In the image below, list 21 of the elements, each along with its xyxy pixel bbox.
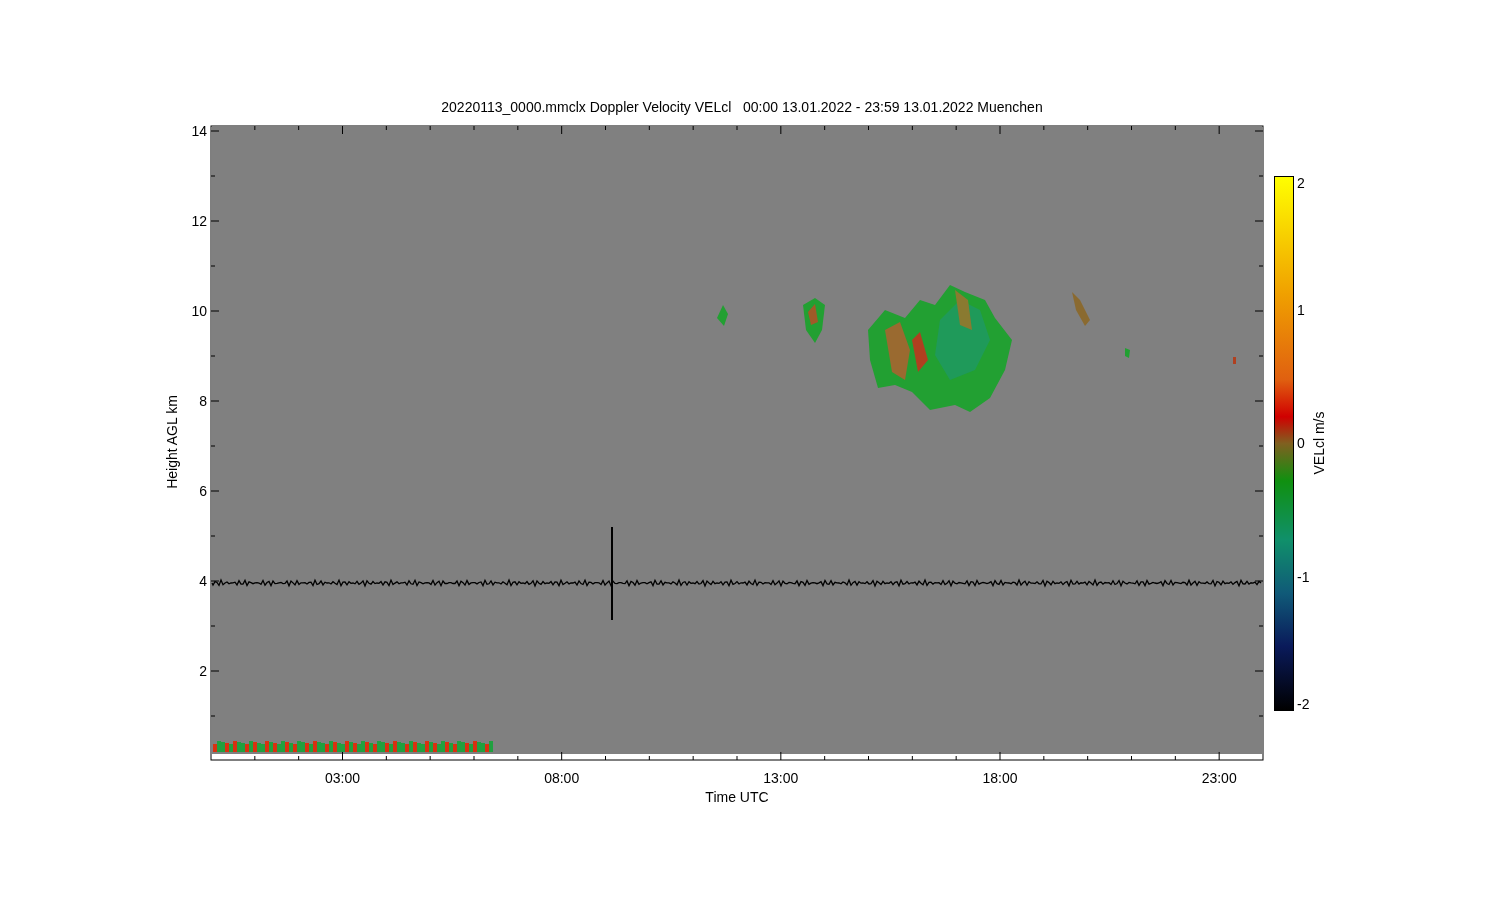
tick-label: 18:00 [982, 770, 1018, 786]
axis-label: Time UTC [705, 789, 769, 805]
tick-label: 10 [191, 303, 207, 319]
tick-label: 6 [199, 483, 207, 499]
tick-label: 12 [191, 213, 207, 229]
plot-title: 20220113_0000.mmclx Doppler Velocity VELcl 00:00 13.01.2022 - 23:59 13.01.2022 Muenchen [441, 99, 1043, 115]
tick-label: 13:00 [763, 770, 799, 786]
colorbar-tick-label: 2 [1297, 175, 1305, 191]
colorbar-tick-label: 1 [1297, 302, 1305, 318]
tick-label: 2 [199, 663, 207, 679]
colorbar-tick-label: 0 [1297, 435, 1305, 451]
tick-label: 14 [191, 123, 207, 139]
colorbar-tick-label: -1 [1297, 569, 1310, 585]
tick-label: 03:00 [325, 770, 360, 786]
tick-label: 4 [199, 573, 207, 589]
tick-label: 23:00 [1201, 770, 1237, 786]
tick-label: 08:00 [544, 770, 580, 786]
colorbar-label: VELcl m/s [1311, 411, 1327, 475]
colorbar-tick-label: -2 [1297, 696, 1310, 712]
axis-label: Height AGL km [164, 395, 180, 489]
tick-label: 8 [199, 393, 207, 409]
